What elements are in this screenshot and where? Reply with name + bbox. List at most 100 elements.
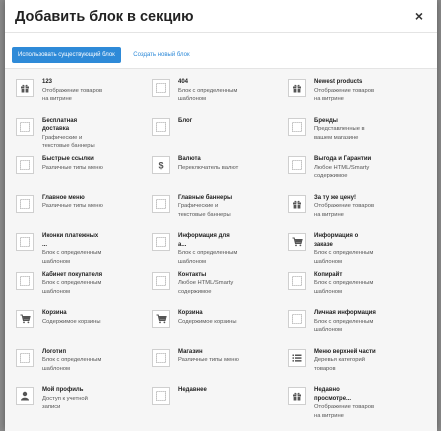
- block-item[interactable]: Newest products Отображение товаров на вит…: [288, 78, 424, 117]
- block-description: на витрине: [42, 96, 72, 102]
- block-description: содержимое: [314, 173, 348, 179]
- block-item[interactable]: Выгода и Гарантии Любое HTML/Smarty содерж…: [288, 155, 424, 194]
- block-text: За ту же цену! Отображение товаров на витр…: [314, 194, 374, 220]
- block-name: Бренды: [314, 117, 338, 124]
- block-description: Отображение товаров: [314, 404, 375, 410]
- block-item[interactable]: За ту же цену! Отображение товаров на витр…: [288, 194, 424, 233]
- block-item[interactable]: Бренды Представленные в вашем магазине: [288, 117, 424, 156]
- block-description: текстовые баннеры: [42, 143, 95, 149]
- placeholder-icon: [152, 348, 170, 367]
- block-name: Информация о: [314, 233, 359, 239]
- cart-icon: [152, 310, 170, 328]
- block-item[interactable]: Корзина Содержимое корзины: [152, 309, 288, 348]
- dialog-header: Добавить блок в секцию ×: [5, 0, 437, 33]
- block-item[interactable]: Контакты Любое HTML/Smarty содержимое: [152, 271, 288, 310]
- block-description: Блок с определенным: [314, 280, 374, 286]
- block-text: Newest products Отображение товаров на вит…: [314, 78, 374, 104]
- block-description: Отображение товаров: [42, 87, 103, 94]
- close-icon[interactable]: ×: [415, 8, 423, 24]
- block-description: Содержимое корзины: [42, 318, 101, 325]
- blocks-grid: 123 Отображение товаров на витрине 404 Блок …: [16, 78, 424, 425]
- placeholder-icon: [16, 117, 34, 136]
- block-name: Главное меню: [42, 194, 85, 201]
- block-item[interactable]: Быстрые ссылки Различные типы меню: [16, 155, 152, 194]
- block-description: Блок с определенным: [42, 280, 102, 286]
- block-description: Любое HTML/Smarty: [314, 164, 370, 171]
- block-item[interactable]: Личная информация Блок с определенным шабл…: [288, 309, 424, 348]
- block-name: Меню верхней части: [314, 348, 376, 355]
- gift-icon: [288, 194, 306, 213]
- block-description: шаблоном: [42, 365, 71, 372]
- block-name: Мой профиль: [42, 387, 84, 393]
- block-description: текстовые баннеры: [178, 211, 231, 218]
- gift-icon: [288, 79, 306, 97]
- block-item[interactable]: 123 Отображение товаров на витрине: [16, 78, 152, 117]
- block-name: Контакты: [178, 271, 207, 278]
- block-item[interactable]: Логотип Блок с определенным шаблоном: [16, 348, 152, 387]
- block-item[interactable]: Мой профиль Доступ к учетной записи: [16, 386, 152, 425]
- block-text: Информация для а... Блок с определенным шаб…: [178, 232, 237, 266]
- block-name: 123: [42, 79, 53, 85]
- block-text: Кабинет покупателя Блок с определенным шаб…: [42, 271, 102, 297]
- placeholder-icon: [16, 271, 34, 290]
- block-item[interactable]: Магазин Различные типы меню: [152, 348, 288, 387]
- block-item[interactable]: Информация для а... Блок с определенным шаб…: [152, 232, 288, 271]
- block-description: на витрине: [314, 412, 344, 419]
- block-item[interactable]: Иконки платежных... Блок с определенным ша…: [16, 232, 152, 271]
- block-item[interactable]: Главные баннеры Графические и текстовые ба…: [152, 194, 288, 233]
- block-description: содержимое: [178, 288, 212, 295]
- block-item[interactable]: Меню верхней части Деревья категорий товар…: [288, 348, 424, 387]
- block-text: Недавно просмотре... Отображение товаров на…: [314, 386, 374, 420]
- block-text: Быстрые ссылки Различные типы меню: [42, 155, 103, 172]
- block-name: За ту же цену!: [314, 194, 357, 201]
- block-description: Любое HTML/Smarty: [178, 280, 234, 286]
- block-description: шаблоном: [314, 288, 343, 295]
- placeholder-icon: [152, 387, 170, 405]
- block-item[interactable]: Недавнее: [152, 386, 288, 425]
- tab-create-new-block[interactable]: Создать новый блок: [127, 47, 195, 63]
- placeholder-icon: [288, 310, 306, 328]
- block-item[interactable]: 404 Блок с определенным шаблоном: [152, 78, 288, 117]
- block-item[interactable]: Недавно просмотре... Отображение товаров на…: [288, 386, 424, 425]
- block-item[interactable]: $ Валюта Переключатель валют: [152, 155, 288, 194]
- block-item[interactable]: Копирайт Блок с определенным шаблоном: [288, 271, 424, 310]
- block-name: Магазин: [178, 348, 203, 355]
- block-description: товаров: [314, 365, 336, 372]
- block-text: Логотип Блок с определенным шаблоном: [42, 348, 101, 374]
- block-description: шаблоном: [314, 327, 343, 333]
- placeholder-icon: [152, 233, 170, 251]
- block-item[interactable]: Главное меню Различные типы меню: [16, 194, 152, 233]
- block-name-continued: заказе: [314, 241, 333, 248]
- placeholder-icon: [16, 348, 34, 367]
- block-name: Блог: [178, 117, 193, 124]
- block-name: Кабинет покупателя: [42, 271, 103, 278]
- block-item[interactable]: Блог: [152, 117, 288, 156]
- block-item[interactable]: Бесплатная доставка Графические и текстовые…: [16, 117, 152, 156]
- block-description: Различные типы меню: [42, 164, 103, 171]
- gift-icon: [16, 79, 34, 97]
- block-text: Корзина Содержимое корзины: [42, 309, 101, 326]
- block-name: Иконки платежных: [42, 233, 99, 239]
- block-text: Бесплатная доставка Графические и текстовые…: [42, 117, 95, 151]
- tab-use-existing-block[interactable]: Использовать существующий блок: [12, 47, 121, 63]
- block-text: Главные баннеры Графические и текстовые ба…: [178, 194, 232, 220]
- dialog-title: Добавить блок в секцию: [15, 9, 194, 25]
- block-name: Быстрые ссылки: [42, 156, 94, 162]
- block-description: Содержимое корзины: [178, 318, 237, 325]
- block-description: Блок с определенным: [314, 250, 374, 256]
- block-description: шаблоном: [42, 258, 71, 265]
- blocks-panel: 123 Отображение товаров на витрине 404 Блок …: [5, 68, 437, 431]
- placeholder-icon: [288, 271, 306, 290]
- placeholder-icon: [152, 271, 170, 290]
- cart-icon: [16, 310, 34, 328]
- block-description: шаблоном: [178, 96, 207, 102]
- placeholder-icon: [152, 194, 170, 213]
- block-text: Блог: [178, 117, 192, 126]
- block-item[interactable]: Кабинет покупателя Блок с определенным шаб…: [16, 271, 152, 310]
- block-name: Недавнее: [178, 387, 207, 393]
- block-item[interactable]: Корзина Содержимое корзины: [16, 309, 152, 348]
- block-description: шаблоном: [178, 258, 207, 265]
- block-text: Контакты Любое HTML/Smarty содержимое: [178, 271, 233, 297]
- placeholder-icon: [16, 233, 34, 251]
- block-item[interactable]: Информация о заказе Блок с определенным шаб…: [288, 232, 424, 271]
